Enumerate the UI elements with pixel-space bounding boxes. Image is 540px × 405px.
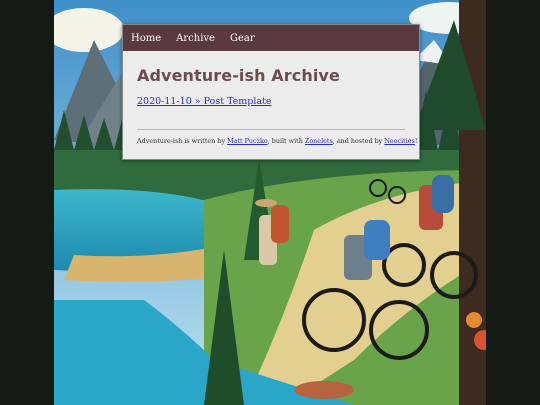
footer-text-3: , and hosted by (332, 137, 385, 145)
nav-gear-link[interactable]: Gear (230, 33, 255, 44)
top-nav: Home Archive Gear (123, 25, 419, 51)
footer-text-1: Adventure-ish is written by (137, 137, 228, 145)
host-link[interactable]: Neocities (384, 137, 415, 145)
nav-archive-link[interactable]: Archive (176, 33, 215, 44)
post-link[interactable]: 2020-11-10 » Post Template (137, 96, 419, 107)
author-link[interactable]: Matt Puczko (227, 137, 268, 145)
footer-text-2: , built with (267, 137, 305, 145)
content-card: Home Archive Gear Adventure-ish Archive … (122, 24, 420, 160)
page-title: Adventure-ish Archive (137, 66, 340, 85)
footer-text-4: ! (414, 137, 418, 145)
footer-text: Adventure-ish is written by Matt Puczko,… (137, 137, 417, 145)
nav-home-link[interactable]: Home (131, 33, 161, 44)
footer-divider (137, 129, 405, 130)
builder-link[interactable]: Zonelets (305, 137, 333, 145)
